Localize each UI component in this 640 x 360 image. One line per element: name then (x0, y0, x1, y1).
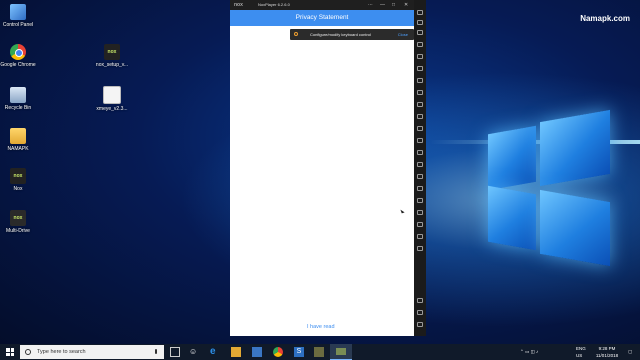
windows-logo-pane (488, 185, 536, 251)
chrome-taskbar-icon[interactable] (273, 347, 283, 357)
language-code: ENG (576, 346, 586, 351)
desktop-icon-recycle-bin[interactable]: Recycle Bin (0, 87, 36, 111)
microphone-icon[interactable] (155, 349, 157, 354)
apk-install-icon[interactable] (417, 54, 423, 59)
windows-start-icon[interactable] (6, 348, 14, 356)
folder-share-icon[interactable] (417, 222, 423, 227)
folder-icon (10, 128, 26, 144)
back-icon[interactable] (417, 298, 423, 303)
maximize-icon[interactable]: □ (392, 0, 395, 10)
nox-setup-icon: nox (104, 44, 120, 60)
notification-icon[interactable]: ▢ (628, 348, 632, 355)
nox-title-bar[interactable]: nox NoxPlayer 6.2.6.0 ⋯ — □ ✕ (230, 0, 414, 10)
recent-apps-icon[interactable] (417, 322, 423, 327)
app-game-icon[interactable] (314, 347, 324, 357)
toast-message: Configure/modify keyboard control (310, 32, 371, 37)
more-tools-icon[interactable] (417, 246, 423, 251)
search-placeholder: Type here to search (37, 349, 86, 355)
shake-icon[interactable] (417, 126, 423, 131)
file-explorer-icon[interactable] (231, 347, 241, 357)
search-icon (25, 349, 31, 355)
privacy-statement-bar: Privacy Statement (230, 10, 414, 26)
nox-side-toolbar (414, 0, 426, 336)
macro-icon[interactable] (417, 150, 423, 155)
expand-icon[interactable] (417, 186, 423, 191)
desktop-icon-label: Control Panel (2, 22, 34, 28)
file-icon (103, 86, 121, 104)
menu-icon[interactable] (417, 174, 423, 179)
privacy-statement-content (230, 26, 414, 336)
edge-icon[interactable]: e (210, 347, 220, 357)
multi-instance-icon[interactable] (417, 138, 423, 143)
desktop-icon-label: Recycle Bin (4, 105, 32, 111)
keyboard-control-toast: Configure/modify keyboard control Close (290, 29, 414, 40)
settings-icon[interactable] (417, 30, 423, 35)
minimize-icon[interactable]: — (380, 0, 385, 10)
location-icon[interactable] (417, 66, 423, 71)
multi-drive-icon: nox (10, 210, 26, 226)
clock-date: 11/01/2018 (595, 353, 619, 358)
desktop-icon-nox-setup[interactable]: nox nox_setup_v... (94, 44, 130, 68)
close-icon[interactable]: ✕ (404, 0, 408, 10)
nox-taskbar-icon (336, 348, 346, 355)
control-panel-icon (10, 4, 26, 20)
clock-time: 9:28 PM (598, 346, 616, 351)
language-indicator[interactable]: ENG US (576, 345, 586, 359)
fullscreen-icon[interactable] (417, 78, 423, 83)
nox-icon: nox (10, 168, 26, 184)
rotate-icon[interactable] (417, 114, 423, 119)
i-have-read-button[interactable]: I have read (307, 324, 335, 330)
volume-down-icon[interactable] (417, 102, 423, 107)
volume-up-icon[interactable] (417, 90, 423, 95)
desktop-icon-nox[interactable]: nox Nox (0, 168, 36, 192)
nox-window-title: NoxPlayer 6.2.6.0 (258, 2, 290, 7)
taskbar: Type here to search ☺ e S ⌃ ▭ ◫ ♪ ENG US… (0, 344, 640, 360)
desktop-icon-xmeye[interactable]: xmeye_v2.3... (94, 86, 130, 112)
tools-icon[interactable] (417, 234, 423, 239)
desktop-icon-label: nox_setup_v... (95, 62, 129, 68)
desktop-icon-label: Nox (13, 186, 23, 192)
desktop-icon-control-panel[interactable]: Control Panel (0, 4, 36, 28)
screenshot-icon[interactable] (417, 42, 423, 47)
desktop-icon-label: Multi-Drive (6, 228, 30, 234)
windows-logo-pane (488, 125, 536, 191)
nox-logo: nox (234, 2, 243, 8)
task-view-icon[interactable] (170, 347, 180, 357)
clock[interactable]: 9:28 PM 11/01/2018 (591, 345, 623, 359)
windows-logo-pane (540, 109, 610, 187)
store-icon[interactable] (252, 347, 262, 357)
app-s-icon[interactable]: S (294, 347, 304, 357)
desktop-icon-label: Google Chrome (0, 62, 36, 68)
home-icon[interactable] (417, 310, 423, 315)
taskbar-search-input[interactable]: Type here to search (20, 345, 164, 359)
watermark: Namapk.com (580, 14, 630, 23)
video-record-icon[interactable] (417, 162, 423, 167)
region-code: US (576, 353, 583, 358)
clean-icon[interactable] (417, 210, 423, 215)
phone-icon[interactable] (417, 10, 423, 15)
desktop-icon-multi-drive[interactable]: nox Multi-Drive (0, 210, 36, 234)
more-icon[interactable]: ⋯ (368, 0, 373, 10)
desktop-icon-chrome[interactable]: Google Chrome (0, 44, 36, 68)
chrome-icon (10, 44, 26, 60)
desktop-icon-label: xmeye_v2.3... (96, 106, 128, 112)
desktop-icon-namapk[interactable]: NAMAPK (0, 128, 36, 152)
desktop-icon-label: NAMAPK (7, 146, 29, 152)
warning-icon (294, 32, 298, 36)
sync-icon[interactable] (417, 198, 423, 203)
people-icon[interactable]: ☺ (189, 347, 199, 357)
keyboard-control-icon[interactable] (417, 20, 423, 25)
toast-close-button[interactable]: Close (398, 29, 408, 40)
windows-logo-pane (540, 189, 610, 267)
tray-icons[interactable]: ⌃ ▭ ◫ ♪ (520, 348, 538, 355)
recycle-bin-icon (10, 87, 26, 103)
nox-taskbar-button[interactable] (330, 344, 352, 360)
